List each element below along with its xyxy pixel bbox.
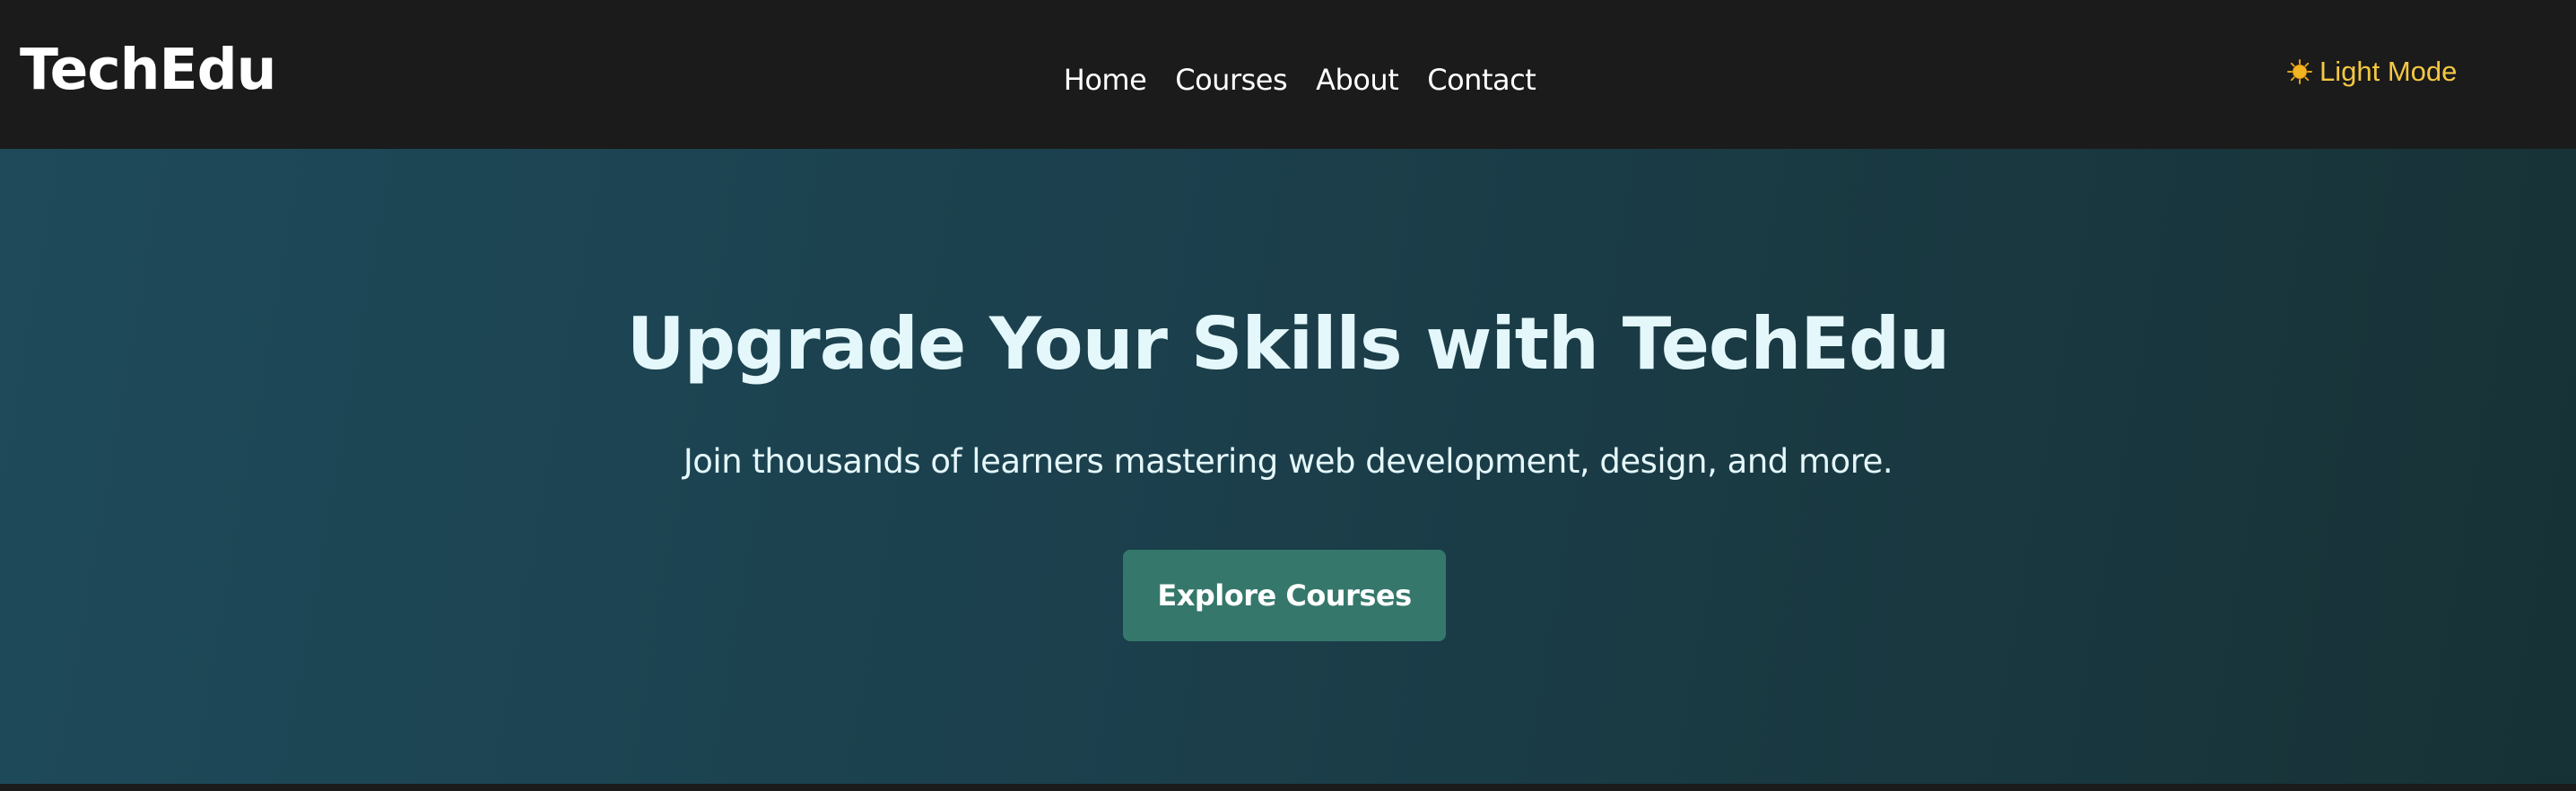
nav-link-home[interactable]: Home — [1064, 65, 1147, 94]
explore-courses-button[interactable]: Explore Courses — [1123, 550, 1446, 641]
sun-icon — [2287, 58, 2312, 84]
theme-toggle-button[interactable]: Light Mode — [2287, 57, 2457, 85]
theme-toggle-label: Light Mode — [2319, 56, 2458, 87]
nav-link-courses[interactable]: Courses — [1175, 65, 1287, 94]
navbar: TechEdu Home Courses About Contact Light… — [0, 0, 2576, 149]
page-divider — [0, 784, 2576, 791]
main-nav: Home Courses About Contact — [0, 65, 2576, 94]
hero-subtitle: Join thousands of learners mastering web… — [683, 442, 1893, 481]
hero-title: Upgrade Your Skills with TechEdu — [626, 302, 1950, 386]
nav-link-about[interactable]: About — [1316, 65, 1399, 94]
hero-section: Upgrade Your Skills with TechEdu Join th… — [0, 149, 2576, 784]
nav-link-contact[interactable]: Contact — [1427, 65, 1536, 94]
